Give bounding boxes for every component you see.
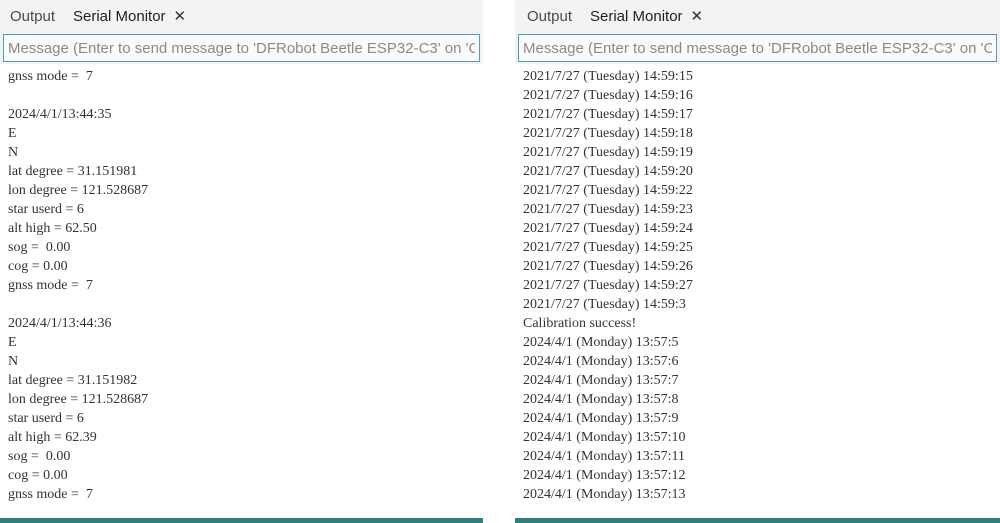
log-line: lat degree = 31.151982 [8,373,138,388]
tab-output[interactable]: Output [527,8,572,25]
log-line: lon degree = 121.528687 [8,392,149,407]
log-line: 2021/7/27 (Tuesday) 14:59:17 [523,107,693,122]
log-line: 2024/4/1 (Monday) 13:57:5 [523,335,679,350]
log-line: gnss mode = 7 [8,69,93,84]
log-line: E [8,335,17,350]
tab-label: Serial Monitor [590,8,683,25]
log-line: star userd = 6 [8,202,84,217]
log-line: 2024/4/1 (Monday) 13:57:7 [523,373,679,388]
serial-output: 2021/7/27 (Tuesday) 14:59:15 2021/7/27 (T… [523,67,1000,515]
log-line: sog = 0.00 [8,449,71,464]
tab-label: Output [10,8,56,25]
log-line: gnss mode = 7 [8,487,93,502]
message-bar [515,34,1000,64]
log-line: alt high = 62.50 [8,221,97,236]
log-line: 2021/7/27 (Tuesday) 14:59:25 [523,240,693,255]
status-bar [515,518,1000,523]
log-line: 2021/7/27 (Tuesday) 14:59:22 [523,183,693,198]
log-line: 2024/4/1 (Monday) 13:57:11 [523,449,686,464]
log-line: 2024/4/1 (Monday) 13:57:8 [523,392,679,407]
log-line: 2024/4/1 (Monday) 13:57:10 [523,430,686,445]
log-line: gnss mode = 7 [8,278,93,293]
tab-label: Output [527,8,573,25]
serial-monitor-panel-left: Output Serial Monitor ✕ gnss mode = 7 202… [0,0,483,523]
log-line: N [8,354,19,369]
message-input[interactable] [518,34,997,62]
log-line: alt high = 62.39 [8,430,97,445]
log-line: 2024/4/1 (Monday) 13:57:12 [523,468,686,483]
tab-bar: Output Serial Monitor ✕ [0,0,483,34]
log-line: star userd = 6 [8,411,84,426]
log-line: 2024/4/1 (Monday) 13:57:6 [523,354,679,369]
serial-output: gnss mode = 7 2024/4/1/13:44:35 E Nlat degr… [8,67,483,515]
log-line: lat degree = 31.151981 [8,164,138,179]
close-icon[interactable]: ✕ [174,9,187,24]
log-line: sog = 0.00 [8,240,71,255]
log-line: cog = 0.00 [8,259,68,274]
log-line: cog = 0.00 [8,468,68,483]
log-line: Calibration success! [523,316,637,331]
log-line: 2021/7/27 (Tuesday) 14:59:23 [523,202,693,217]
message-input[interactable] [3,34,480,62]
tab-output[interactable]: Output [10,8,55,25]
log-line: 2021/7/27 (Tuesday) 14:59:3 [523,297,686,312]
tab-bar: Output Serial Monitor ✕ [515,0,1000,34]
log-line: 2021/7/27 (Tuesday) 14:59:19 [523,145,693,160]
log-line: 2021/7/27 (Tuesday) 14:59:24 [523,221,693,236]
log-line: 2021/7/27 (Tuesday) 14:59:27 [523,278,693,293]
log-line: 2024/4/1 (Monday) 13:57:13 [523,487,686,502]
log-line: 2021/7/27 (Tuesday) 14:59:18 [523,126,693,141]
status-bar [0,518,483,523]
log-line: 2021/7/27 (Tuesday) 14:59:15 [523,69,693,84]
tab-serial-monitor[interactable]: Serial Monitor ✕ [590,8,703,25]
log-line: lon degree = 121.528687 [8,183,149,198]
log-line: 2024/4/1 (Monday) 13:57:9 [523,411,679,426]
message-bar [0,34,483,64]
log-line: 2021/7/27 (Tuesday) 14:59:20 [523,164,693,179]
tab-label: Serial Monitor [73,8,166,25]
close-icon[interactable]: ✕ [691,9,704,24]
log-line: 2024/4/1/13:44:35 [8,107,112,122]
serial-monitor-panel-right: Output Serial Monitor ✕ 2021/7/27 (Tuesd… [515,0,1000,523]
log-line: 2024/4/1/13:44:36 [8,316,112,331]
log-line: 2021/7/27 (Tuesday) 14:59:16 [523,88,693,103]
log-line: E [8,126,17,141]
tab-serial-monitor[interactable]: Serial Monitor ✕ [73,8,186,25]
log-line: N [8,145,19,160]
log-line: 2021/7/27 (Tuesday) 14:59:26 [523,259,693,274]
